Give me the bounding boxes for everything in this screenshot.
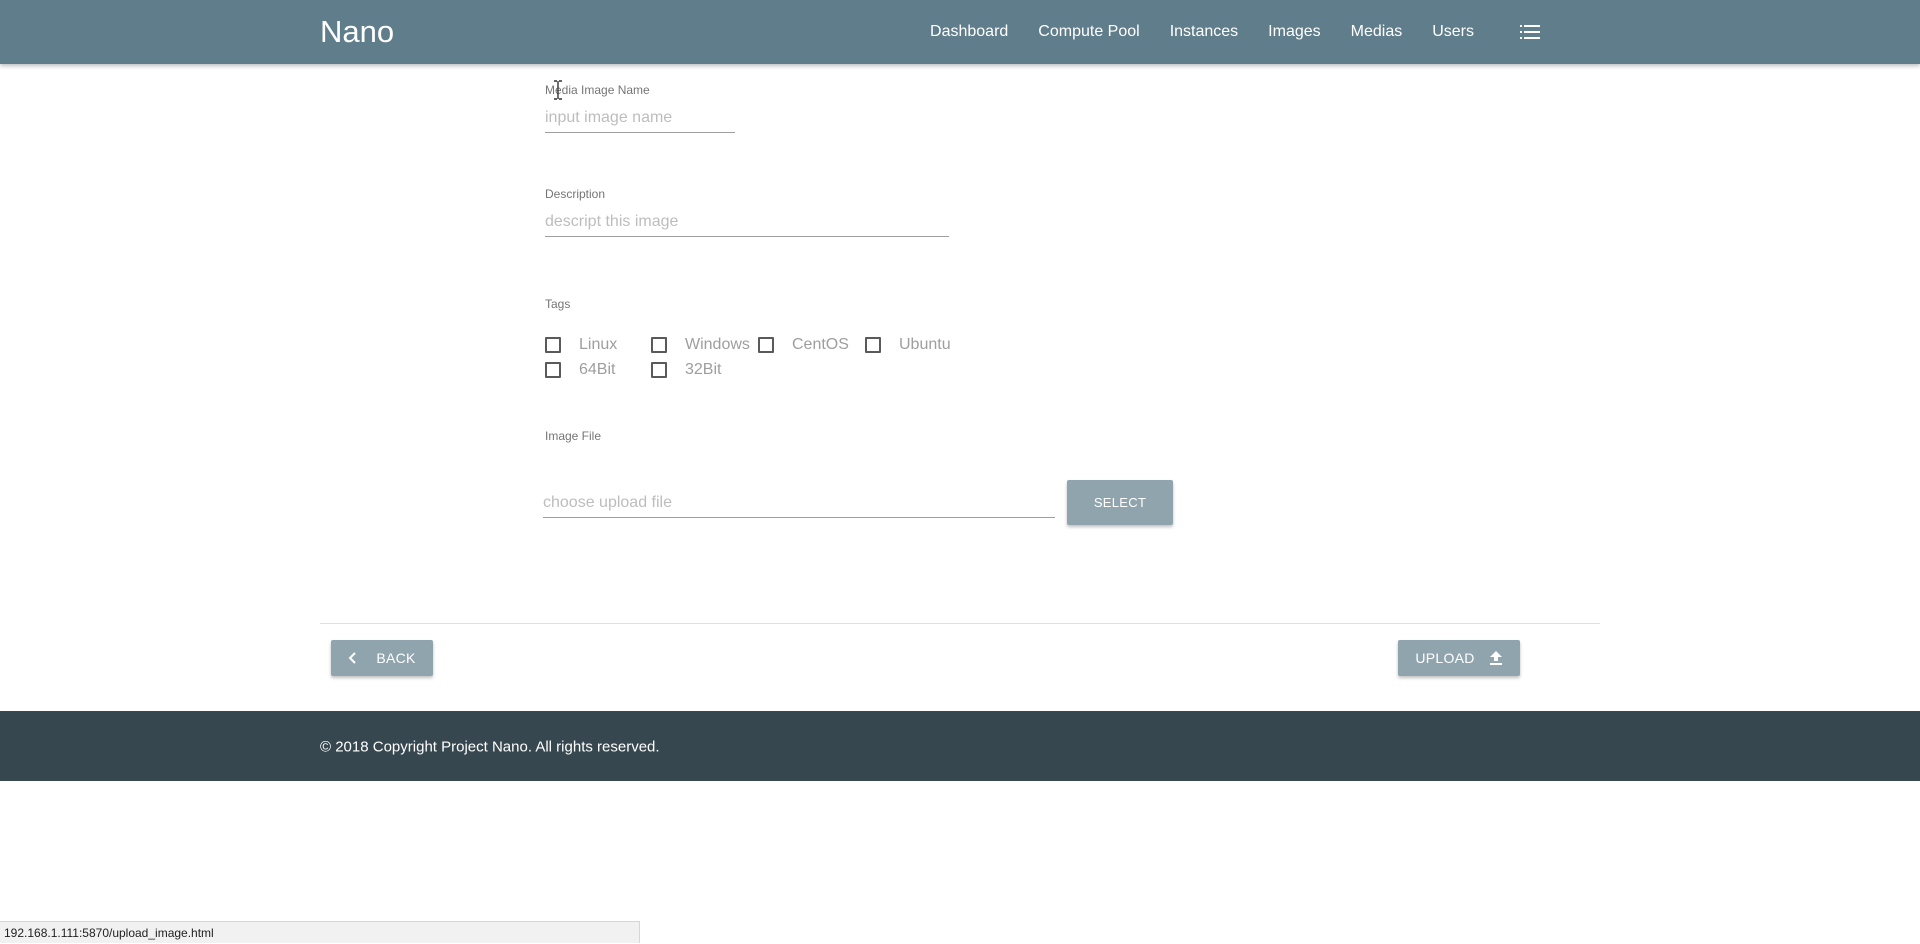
upload-file-path-input[interactable] bbox=[543, 488, 1055, 518]
checkbox-box[interactable] bbox=[651, 362, 667, 378]
checkbox-box[interactable] bbox=[545, 362, 561, 378]
select-file-button[interactable]: SELECT bbox=[1067, 480, 1173, 525]
checkbox-box[interactable] bbox=[651, 337, 667, 353]
nav-images[interactable]: Images bbox=[1268, 23, 1320, 41]
description-input[interactable] bbox=[545, 207, 949, 237]
tag-label-windows: Windows bbox=[685, 336, 750, 353]
tag-label-64bit: 64Bit bbox=[579, 361, 616, 378]
checkbox-box[interactable] bbox=[545, 337, 561, 353]
tag-label-centos: CentOS bbox=[792, 336, 849, 353]
image-name-input[interactable] bbox=[545, 103, 735, 133]
upload-icon bbox=[1489, 651, 1502, 665]
list-icon[interactable] bbox=[1520, 25, 1540, 39]
image-file-label: Image File bbox=[545, 429, 602, 443]
description-label: Description bbox=[545, 187, 606, 201]
tag-checkbox-64bit[interactable]: 64Bit bbox=[545, 361, 615, 379]
page-footer: © 2018 Copyright Project Nano. All right… bbox=[0, 711, 1920, 781]
copyright-text: © 2018 Copyright Project Nano. All right… bbox=[320, 738, 660, 756]
nav-users[interactable]: Users bbox=[1432, 23, 1474, 41]
tag-checkbox-centos[interactable]: CentOS bbox=[758, 336, 849, 354]
tag-label-linux: Linux bbox=[579, 336, 618, 353]
text-cursor-icon bbox=[554, 80, 562, 100]
upload-button[interactable]: UPLOAD bbox=[1398, 640, 1520, 676]
nav-medias[interactable]: Medias bbox=[1351, 23, 1403, 41]
checkbox-box[interactable] bbox=[865, 337, 881, 353]
back-button-label: BACK bbox=[376, 650, 416, 666]
tag-checkbox-32bit[interactable]: 32Bit bbox=[651, 361, 721, 379]
tag-label-ubuntu: Ubuntu bbox=[899, 336, 951, 353]
section-divider bbox=[320, 623, 1600, 624]
chevron-left-icon bbox=[348, 652, 357, 664]
tags-label: Tags bbox=[545, 297, 571, 311]
tag-checkbox-windows[interactable]: Windows bbox=[651, 336, 750, 354]
nav-dashboard[interactable]: Dashboard bbox=[930, 23, 1008, 41]
upload-button-label: UPLOAD bbox=[1415, 650, 1475, 666]
tag-checkbox-ubuntu[interactable]: Ubuntu bbox=[865, 336, 951, 354]
nav-compute-pool[interactable]: Compute Pool bbox=[1038, 23, 1139, 41]
brand-logo[interactable]: Nano bbox=[320, 14, 394, 50]
tag-checkbox-linux[interactable]: Linux bbox=[545, 336, 617, 354]
main-nav: Dashboard Compute Pool Instances Images … bbox=[930, 0, 1540, 64]
top-app-bar: Nano Dashboard Compute Pool Instances Im… bbox=[0, 0, 1920, 64]
nav-instances[interactable]: Instances bbox=[1170, 23, 1238, 41]
browser-status-url: 192.168.1.111:5870/upload_image.html bbox=[0, 921, 640, 943]
checkbox-box[interactable] bbox=[758, 337, 774, 353]
tag-label-32bit: 32Bit bbox=[685, 361, 722, 378]
back-button[interactable]: BACK bbox=[331, 640, 433, 676]
